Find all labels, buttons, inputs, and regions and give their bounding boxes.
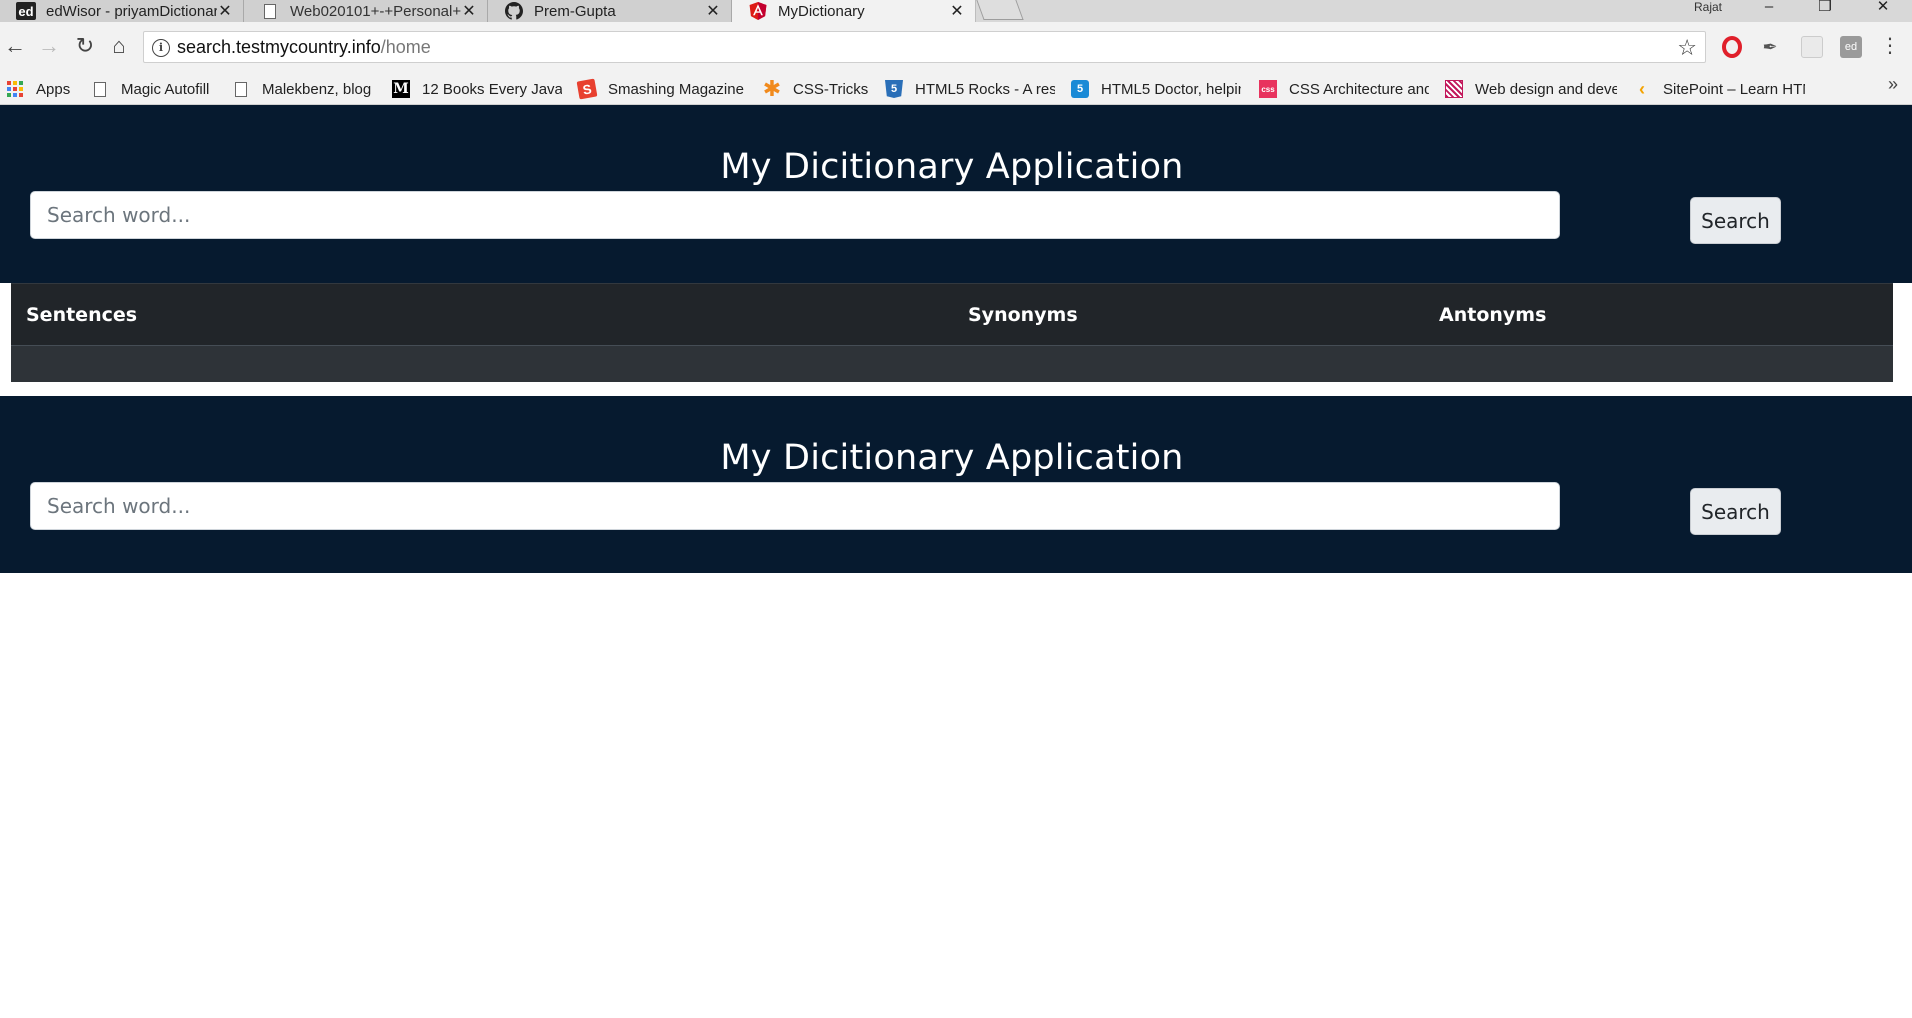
tab-title: MyDictionary	[778, 2, 865, 20]
bookmark-label: HTML5 Rocks - A resource	[915, 80, 1055, 98]
table-header-row: Sentences Synonyms Antonyms	[11, 283, 1893, 346]
table-cell	[953, 345, 1424, 382]
search-button[interactable]: Search	[1690, 197, 1781, 244]
reload-icon[interactable]: ↻	[72, 34, 98, 60]
bookmark-label: CSS-Tricks	[793, 80, 869, 98]
new-tab-button[interactable]	[976, 0, 1024, 20]
browser-toolbar: ← → ↻ ⌂ i search.testmycountry.info/home…	[0, 22, 1912, 72]
forward-arrow-icon[interactable]: →	[36, 34, 62, 60]
bookmark-magic-autofill[interactable]: Magic Autofill	[91, 78, 216, 100]
html5-doctor-icon: 5	[1071, 80, 1089, 98]
column-header-synonyms: Synonyms	[953, 283, 1424, 346]
results-table: Sentences Synonyms Antonyms	[11, 283, 1893, 382]
menu-kebab-icon[interactable]: ⋮	[1877, 34, 1903, 60]
site-info-icon[interactable]: i	[152, 39, 170, 57]
tab-title: Web020101+-+Personal+Portfolio	[290, 2, 461, 20]
github-icon	[504, 2, 524, 20]
smashing-icon: S	[576, 78, 598, 100]
search-jumbotron: My Dicitionary Application Search	[0, 105, 1912, 283]
search-button[interactable]: Search	[1690, 488, 1781, 535]
sitepoint-icon: ‹	[1639, 78, 1645, 99]
search-input[interactable]	[30, 191, 1560, 239]
browser-tab-strip: ed edWisor - priyamDictionary ✕ Web02010…	[0, 0, 1912, 22]
address-bar[interactable]: i search.testmycountry.info/home ☆	[143, 31, 1706, 63]
address-url[interactable]: search.testmycountry.info/home	[177, 37, 431, 58]
blank-extension-icon[interactable]	[1801, 36, 1823, 58]
bookmark-html5-doctor[interactable]: 5 HTML5 Doctor, helping	[1071, 78, 1241, 100]
bookmark-label: Apps	[36, 80, 71, 98]
profile-name[interactable]: Rajat	[1694, 0, 1722, 14]
column-header-antonyms: Antonyms	[1424, 283, 1893, 346]
bookmark-label: Web design and development	[1475, 80, 1617, 98]
bookmark-apps[interactable]: Apps	[6, 78, 70, 100]
bookmark-12-books[interactable]: M 12 Books Every JavaScript	[392, 78, 562, 100]
bookmark-label: SitePoint – Learn HTML	[1663, 80, 1805, 98]
bookmark-label: CSS Architecture and	[1289, 80, 1429, 98]
bookmark-css-tricks[interactable]: ✱ CSS-Tricks	[762, 76, 873, 101]
tab-title: edWisor - priyamDictionary	[46, 2, 217, 20]
browser-tab-mydictionary[interactable]: MyDictionary ✕	[732, 0, 976, 22]
bookmark-label: Smashing Magazine	[608, 80, 744, 98]
page-title: My Dicitionary Application	[720, 147, 1184, 187]
table-row	[11, 345, 1893, 382]
bookmark-web-design[interactable]: Web design and development	[1445, 78, 1617, 100]
page-content: My Dicitionary Application Search Senten…	[0, 105, 1912, 1018]
search-input[interactable]	[30, 482, 1560, 530]
close-tab-icon[interactable]: ✕	[217, 1, 233, 21]
url-path: /home	[380, 37, 431, 57]
opera-icon[interactable]	[1721, 36, 1743, 58]
css-icon: css	[1259, 80, 1277, 98]
bookmark-label: HTML5 Doctor, helping	[1101, 80, 1241, 98]
close-tab-icon[interactable]: ✕	[705, 1, 721, 21]
asterisk-icon: ✱	[762, 76, 782, 101]
page-title: My Dicitionary Application	[720, 438, 1184, 478]
edwisor-favicon-icon: ed	[16, 2, 36, 20]
angular-icon	[748, 2, 768, 20]
browser-tab-edwisor[interactable]: ed edWisor - priyamDictionary ✕	[0, 0, 244, 22]
document-icon	[91, 80, 109, 98]
bookmark-css-architecture[interactable]: css CSS Architecture and	[1259, 78, 1429, 100]
document-icon	[232, 80, 250, 98]
more-bookmarks-icon[interactable]: »	[1888, 74, 1898, 95]
bookmark-smashing[interactable]: S Smashing Magazine	[576, 78, 746, 100]
bookmark-malekbenz[interactable]: Malekbenz, blog	[232, 78, 377, 100]
url-host: search.testmycountry.info	[177, 37, 381, 57]
bookmark-label: Malekbenz, blog	[262, 80, 372, 98]
bookmark-html5-rocks[interactable]: 5 HTML5 Rocks - A resource	[885, 78, 1055, 100]
pattern-icon	[1445, 80, 1463, 98]
table-cell	[11, 345, 953, 382]
close-window-icon[interactable]: ✕	[1864, 0, 1902, 16]
table-cell	[1424, 345, 1893, 382]
html5-icon: 5	[885, 80, 903, 98]
browser-tab-github[interactable]: Prem-Gupta ✕	[488, 0, 732, 22]
back-arrow-icon[interactable]: ←	[2, 34, 28, 60]
bookmark-label: 12 Books Every JavaScript	[422, 80, 562, 98]
medium-icon: M	[392, 80, 410, 98]
minimize-icon[interactable]: –	[1750, 0, 1788, 16]
column-header-sentences: Sentences	[11, 283, 953, 346]
bookmark-sitepoint[interactable]: ‹ SitePoint – Learn HTML	[1633, 78, 1805, 100]
browser-tab-portfolio[interactable]: Web020101+-+Personal+Portfolio ✕	[244, 0, 488, 22]
bookmark-label: Magic Autofill	[121, 80, 210, 98]
restore-icon[interactable]: ❐	[1806, 0, 1844, 16]
bookmarks-bar: Apps Magic Autofill Malekbenz, blog M 12…	[0, 72, 1912, 105]
edwisor-extension-icon[interactable]: ed	[1840, 36, 1862, 58]
pen-icon[interactable]: ✒	[1759, 36, 1781, 58]
home-icon[interactable]: ⌂	[106, 34, 132, 60]
apps-grid-icon	[6, 80, 24, 98]
search-jumbotron-2: My Dicitionary Application Search	[0, 396, 1912, 573]
close-tab-icon[interactable]: ✕	[949, 1, 965, 21]
bookmark-star-icon[interactable]: ☆	[1677, 35, 1697, 61]
document-icon	[260, 2, 280, 20]
close-tab-icon[interactable]: ✕	[461, 1, 477, 21]
tab-title: Prem-Gupta	[534, 2, 616, 20]
